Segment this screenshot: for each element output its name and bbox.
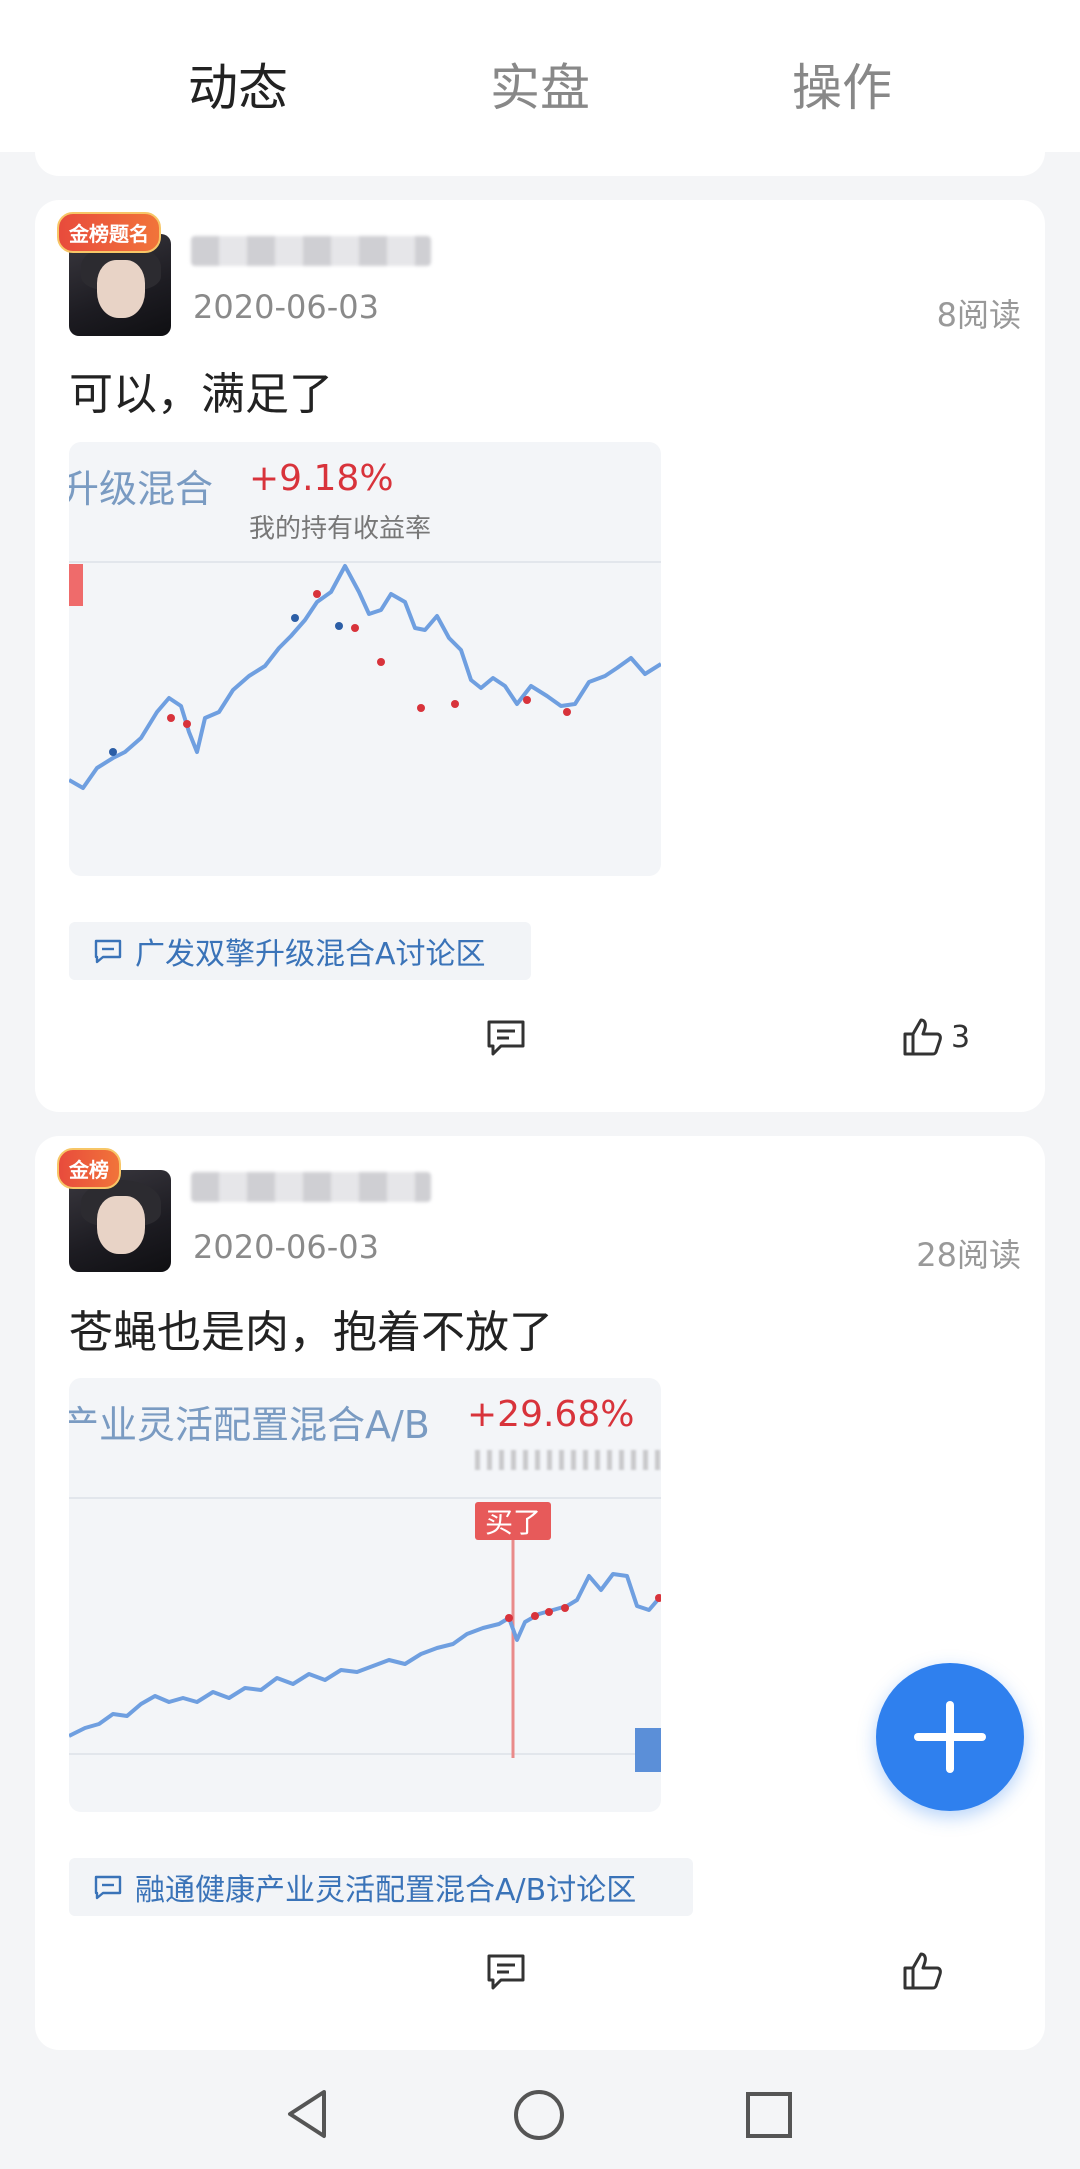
tab-shipan[interactable]: 实盘 — [490, 48, 590, 120]
chart-line-svg — [69, 1497, 661, 1772]
tab-dongtai[interactable]: 动态 — [188, 48, 288, 120]
price-line — [69, 1572, 661, 1738]
read-count: 28阅读 — [916, 1236, 1021, 1274]
buy-dot — [291, 614, 299, 622]
post-date: 2020-06-03 — [193, 1228, 379, 1266]
sell-dot — [561, 1604, 569, 1612]
topic-tag[interactable]: 广发双擎升级混合A讨论区 — [69, 922, 531, 980]
avatar-face — [97, 1196, 145, 1254]
buy-dot — [335, 622, 343, 630]
username-blurred[interactable] — [191, 1172, 431, 1202]
sell-marker — [635, 1728, 661, 1772]
thumb-up-icon — [903, 1018, 942, 1056]
post-card[interactable]: 金榜题名 2020-06-03 8阅读 可以，满足了 升级混合 +9.18% 我… — [35, 200, 1045, 1112]
sell-dot — [523, 696, 531, 704]
thumb-up-icon — [903, 1952, 942, 1990]
chat-bubble-icon — [94, 1875, 122, 1900]
sell-dot — [531, 1612, 539, 1620]
tab-caozuo[interactable]: 操作 — [792, 48, 892, 120]
post-card[interactable]: 金榜 2020-06-03 28阅读 苍蝇也是肉，抱着不放了 产业灵活配置混合A… — [35, 1136, 1045, 2050]
chart-image[interactable]: 升级混合 +9.18% 我的持有收益率 — [69, 442, 661, 876]
new-post-fab[interactable] — [876, 1663, 1024, 1811]
plus-icon — [914, 1701, 986, 1773]
avatar-badge: 金榜 — [57, 1148, 121, 1189]
topic-label: 广发双擎升级混合A讨论区 — [135, 937, 486, 972]
square-recent-icon[interactable] — [744, 2090, 794, 2140]
post-date: 2020-06-03 — [193, 288, 379, 326]
username-blurred[interactable] — [191, 236, 431, 266]
circle-home-icon[interactable] — [512, 2088, 566, 2142]
chart-image[interactable]: 产业灵活配置混合A/B +29.68% 买了 — [69, 1378, 661, 1812]
triangle-back-icon[interactable] — [284, 2088, 330, 2140]
comment-icon — [487, 1954, 525, 1990]
system-nav-bar — [0, 2056, 1080, 2169]
buy-dot — [109, 748, 117, 756]
top-tab-bar: 动态 实盘 操作 — [0, 0, 1080, 152]
sell-marker — [69, 564, 83, 606]
buy-marker-label: 买了 — [484, 1506, 541, 1539]
previous-card-edge — [35, 140, 1045, 176]
topic-tag[interactable]: 融通健康产业灵活配置混合A/B讨论区 — [69, 1858, 693, 1916]
sell-dot — [351, 624, 359, 632]
post-text: 可以，满足了 — [69, 369, 333, 420]
comment-button[interactable] — [485, 1952, 527, 1992]
sell-dot — [183, 720, 191, 728]
comment-button[interactable] — [485, 1018, 527, 1058]
sell-dot — [563, 708, 571, 716]
like-button[interactable]: 3 — [901, 1016, 970, 1058]
sell-dot — [167, 714, 175, 722]
read-count: 8阅读 — [936, 296, 1021, 334]
sell-dot — [545, 1608, 553, 1616]
sell-dot — [313, 590, 321, 598]
topic-label: 融通健康产业灵活配置混合A/B讨论区 — [135, 1873, 637, 1908]
sell-dot — [505, 1614, 513, 1622]
chart-line-svg — [69, 561, 661, 790]
chat-bubble-icon — [94, 939, 122, 964]
avatar-badge: 金榜题名 — [57, 212, 161, 253]
price-line — [69, 564, 661, 790]
sell-dot — [417, 704, 425, 712]
like-count: 3 — [951, 1019, 971, 1055]
sell-dot — [377, 658, 385, 666]
avatar-face — [97, 260, 145, 318]
sell-dot — [451, 700, 459, 708]
comment-icon — [487, 1020, 525, 1056]
avatar-badge-label: 金榜 — [69, 1158, 109, 1182]
like-button[interactable] — [901, 1950, 951, 1992]
avatar-badge-label: 金榜题名 — [69, 222, 149, 246]
post-text: 苍蝇也是肉，抱着不放了 — [69, 1307, 553, 1358]
